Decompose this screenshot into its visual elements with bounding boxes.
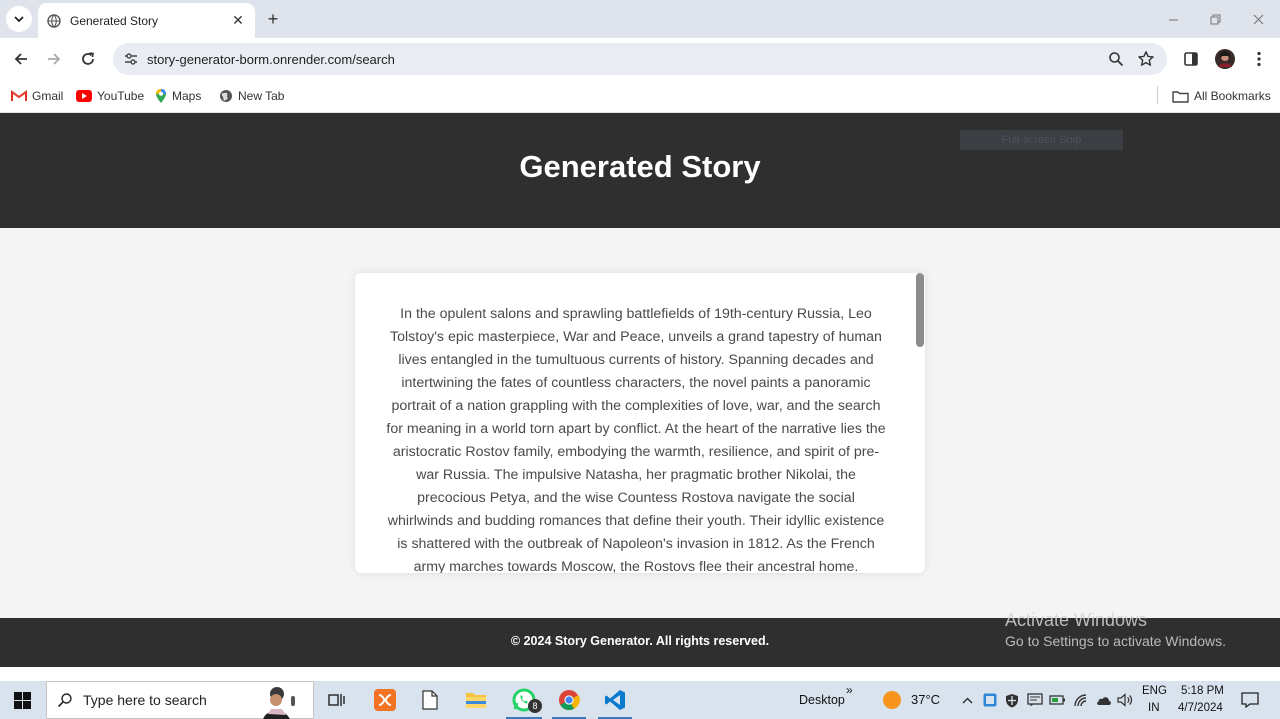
- globe-icon: [219, 89, 233, 103]
- bookmark-label: Maps: [172, 89, 202, 103]
- minimize-icon[interactable]: [1162, 8, 1184, 30]
- chevron-down-icon: [14, 16, 24, 23]
- forward-button[interactable]: [42, 47, 66, 71]
- volume-icon[interactable]: [1116, 681, 1134, 719]
- windows-taskbar: Type here to search 8 Desktop » 37°C ENG…: [0, 681, 1280, 719]
- restore-icon[interactable]: [1204, 8, 1226, 30]
- folder-icon: [1172, 90, 1189, 103]
- weather-sun-icon[interactable]: [880, 681, 904, 719]
- weather-temperature[interactable]: 37°C: [911, 692, 940, 707]
- url-text[interactable]: story-generator-borm.onrender.com/search: [147, 52, 1101, 67]
- desktop-toolbar-chevron[interactable]: »: [846, 683, 853, 697]
- story-text: In the opulent salons and sprawling batt…: [386, 306, 886, 573]
- bookmark-label: YouTube: [97, 89, 145, 103]
- browser-tabstrip: Generated Story ✕ +: [0, 0, 1280, 38]
- new-tab-button[interactable]: +: [262, 8, 284, 30]
- task-view-icon[interactable]: [322, 681, 352, 719]
- security-shield-icon[interactable]: [1004, 681, 1020, 719]
- tab-generated-story[interactable]: Generated Story ✕: [38, 3, 255, 38]
- bookmarks-bar: Gmail YouTube Maps New Tab All Bookmarks: [0, 80, 1280, 113]
- story-scrollbar-thumb[interactable]: [916, 273, 924, 347]
- zoom-icon[interactable]: [1101, 44, 1131, 74]
- watermark-subtitle: Go to Settings to activate Windows.: [1005, 633, 1226, 649]
- globe-icon: [46, 13, 62, 29]
- start-button[interactable]: [0, 681, 45, 719]
- close-window-icon[interactable]: [1247, 8, 1269, 30]
- snip-overlay: Full-screen Snip: [960, 130, 1123, 150]
- taskbar-search-placeholder: Type here to search: [83, 692, 207, 708]
- page-bottom-strip: [0, 667, 1280, 681]
- xampp-icon[interactable]: [370, 681, 400, 719]
- notes-icon[interactable]: [1026, 681, 1044, 719]
- bookmark-label: New Tab: [238, 89, 285, 103]
- taskbar-search-box[interactable]: Type here to search: [46, 681, 314, 719]
- search-highlight-image: [253, 684, 301, 719]
- bookmark-gmail[interactable]: Gmail: [11, 86, 63, 106]
- reload-button[interactable]: [76, 47, 100, 71]
- youtube-icon: [76, 90, 92, 102]
- reload-icon: [82, 52, 94, 65]
- all-bookmarks-button[interactable]: All Bookmarks: [1172, 86, 1271, 106]
- windows-logo-icon: [14, 691, 31, 709]
- address-bar[interactable]: story-generator-borm.onrender.com/search: [113, 43, 1167, 75]
- browser-toolbar: story-generator-borm.onrender.com/search: [0, 38, 1280, 80]
- gmail-icon: [11, 90, 27, 102]
- bookmark-maps[interactable]: Maps: [155, 86, 201, 106]
- arrow-left-icon: [14, 53, 27, 65]
- desktop-toolbar-label[interactable]: Desktop: [799, 693, 845, 707]
- language-code[interactable]: ENG: [1142, 685, 1167, 697]
- bookmark-new-tab[interactable]: New Tab: [219, 86, 284, 106]
- site-settings-icon[interactable]: [115, 51, 147, 67]
- page-title: Generated Story: [519, 149, 761, 184]
- tab-search-button[interactable]: [6, 6, 32, 32]
- onedrive-cloud-icon[interactable]: [1094, 681, 1112, 719]
- bookmarks-divider: [1157, 86, 1158, 104]
- activate-windows-watermark: Activate Windows Go to Settings to activ…: [1005, 610, 1226, 649]
- profile-avatar[interactable]: [1213, 47, 1237, 71]
- whatsapp-badge: 8: [528, 699, 542, 713]
- vscode-icon[interactable]: [598, 681, 632, 719]
- maps-icon: [155, 88, 167, 104]
- side-panel-icon[interactable]: [1179, 47, 1203, 71]
- page-header: Generated Story Full-screen Snip: [0, 113, 1280, 228]
- clock-date[interactable]: 4/7/2024: [1178, 702, 1223, 714]
- close-tab-icon[interactable]: ✕: [229, 12, 247, 30]
- wifi-icon[interactable]: [1072, 681, 1090, 719]
- region-code[interactable]: IN: [1148, 702, 1160, 714]
- menu-kebab-icon[interactable]: [1247, 47, 1271, 71]
- back-button[interactable]: [9, 47, 33, 71]
- tray-app-icon[interactable]: [982, 681, 998, 719]
- all-bookmarks-label: All Bookmarks: [1194, 89, 1271, 103]
- tab-title: Generated Story: [70, 13, 159, 28]
- search-icon: [57, 693, 72, 708]
- hidden-icons-chevron-icon[interactable]: [958, 681, 976, 719]
- bookmark-youtube[interactable]: YouTube: [76, 86, 144, 106]
- battery-icon[interactable]: [1048, 681, 1068, 719]
- arrow-right-icon: [48, 53, 61, 65]
- story-card[interactable]: In the opulent salons and sprawling batt…: [355, 273, 925, 573]
- bookmark-star-icon[interactable]: [1131, 44, 1161, 74]
- file-explorer-icon[interactable]: [461, 681, 491, 719]
- clock-time[interactable]: 5:18 PM: [1181, 685, 1224, 697]
- chrome-icon[interactable]: [552, 681, 586, 719]
- notification-icon[interactable]: [1236, 681, 1264, 719]
- bookmark-label: Gmail: [32, 89, 64, 103]
- watermark-title: Activate Windows: [1005, 610, 1148, 630]
- file-icon[interactable]: [415, 681, 445, 719]
